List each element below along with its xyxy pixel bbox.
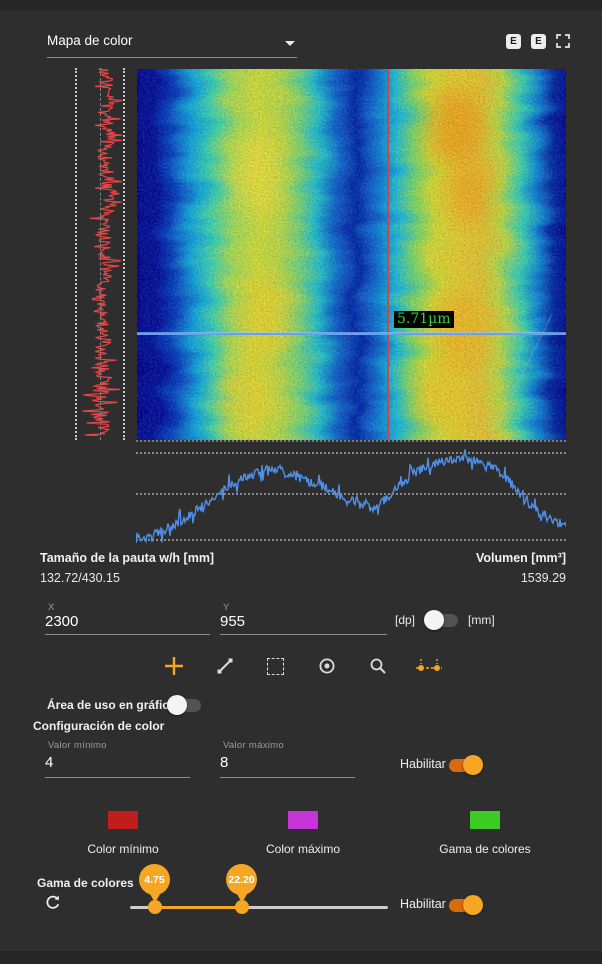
- size-label: Tamaño de la pauta w/h [mm]: [40, 551, 214, 565]
- min-value-field: Valor mínimo: [45, 740, 190, 778]
- refresh-icon: [44, 894, 62, 912]
- min-value-label: Valor mínimo: [45, 740, 190, 751]
- color-config-enable-knob: [463, 755, 483, 775]
- min-underline: [45, 777, 190, 778]
- measurement-value-label: 5.71µm: [394, 311, 454, 328]
- y-input[interactable]: [220, 613, 387, 630]
- unit-dp-label: [dp]: [395, 613, 415, 627]
- fullscreen-button[interactable]: [555, 33, 571, 49]
- colormap-viewer[interactable]: 5.71µm: [137, 69, 566, 440]
- max-color-swatch[interactable]: [288, 811, 318, 829]
- heatmap-image: [137, 69, 566, 440]
- x-underline: [45, 634, 210, 635]
- tool-zoom-button[interactable]: [364, 651, 392, 681]
- volume-label: Volumen [mm³]: [476, 551, 566, 565]
- x-field-label: X: [45, 602, 210, 613]
- range-slider-track[interactable]: [130, 906, 388, 909]
- range-enable-label: Habilitar: [400, 897, 446, 911]
- colormap-dropdown-value[interactable]: Mapa de color: [47, 33, 133, 48]
- max-color-label: Color máximo: [266, 842, 340, 856]
- max-value-field: Valor máximo: [220, 740, 355, 778]
- unit-toggle-knob: [424, 610, 444, 630]
- app-window: Mapa de color E E: [0, 0, 602, 964]
- x-input[interactable]: [45, 613, 210, 630]
- heatmap-bottom-dotted-line: [136, 440, 566, 442]
- range-high-balloon[interactable]: 22.20: [226, 864, 257, 895]
- area3d-toggle[interactable]: [169, 699, 201, 712]
- min-color-swatch[interactable]: [108, 811, 138, 829]
- horizontal-profile-chart: [136, 444, 566, 545]
- profile-line-icon: [416, 656, 442, 676]
- magnifier-icon: [369, 657, 387, 675]
- viewer-toolbar: [0, 651, 602, 681]
- top-chrome-strip: [0, 0, 602, 11]
- min-value-input[interactable]: [45, 754, 190, 771]
- vertical-profile-panel: [75, 68, 125, 440]
- horizontal-profile-panel: [136, 444, 566, 545]
- max-value-input[interactable]: [220, 754, 355, 771]
- max-value-label: Valor máximo: [220, 740, 355, 751]
- fullscreen-icon: [555, 33, 571, 49]
- range-color-label: Gama de colores: [439, 842, 530, 856]
- y-field-label: Y: [220, 602, 387, 613]
- tool-select-rect-button[interactable]: [262, 651, 290, 681]
- range-low-balloon[interactable]: 4.75: [139, 864, 170, 895]
- crosshair-horizontal-line[interactable]: [137, 333, 566, 335]
- range-slider-label: Gama de colores: [37, 876, 134, 890]
- color-config-enable-label: Habilitar: [400, 757, 446, 771]
- tool-profile-line-button[interactable]: [415, 651, 443, 681]
- crosshair-vertical-line[interactable]: [387, 69, 389, 440]
- center-point-icon: [318, 657, 336, 675]
- measure-line-icon: [216, 657, 234, 675]
- bottom-chrome-strip: [0, 951, 602, 964]
- range-enable-toggle[interactable]: [449, 899, 481, 912]
- reset-range-button[interactable]: [44, 894, 62, 912]
- crosshair-plus-icon: [163, 655, 185, 677]
- max-underline: [220, 777, 355, 778]
- min-color-label: Color mínimo: [87, 842, 158, 856]
- y-underline: [220, 634, 387, 635]
- tool-measure-line-button[interactable]: [211, 651, 239, 681]
- y-field: Y: [220, 602, 387, 635]
- unit-toggle[interactable]: [426, 614, 458, 627]
- chevron-down-icon[interactable]: [285, 41, 295, 46]
- select-rect-icon: [267, 658, 284, 675]
- range-slider-fill: [155, 906, 242, 909]
- range-enable-knob: [463, 895, 483, 915]
- export-e-button-1[interactable]: E: [506, 34, 521, 49]
- volume-value: 1539.29: [521, 571, 566, 585]
- color-config-title: Configuración de color: [33, 719, 164, 733]
- range-color-swatch[interactable]: [470, 811, 500, 829]
- dropdown-underline: [47, 57, 297, 58]
- color-config-enable-toggle[interactable]: [449, 759, 481, 772]
- export-e-button-2[interactable]: E: [531, 34, 546, 49]
- size-value: 132.72/430.15: [40, 571, 120, 585]
- area3d-toggle-knob: [167, 695, 187, 715]
- tool-crosshair-button[interactable]: [160, 651, 188, 681]
- unit-mm-label: [mm]: [468, 613, 495, 627]
- tool-center-point-button[interactable]: [313, 651, 341, 681]
- x-field: X: [45, 602, 210, 635]
- profile-center-line: [100, 68, 101, 440]
